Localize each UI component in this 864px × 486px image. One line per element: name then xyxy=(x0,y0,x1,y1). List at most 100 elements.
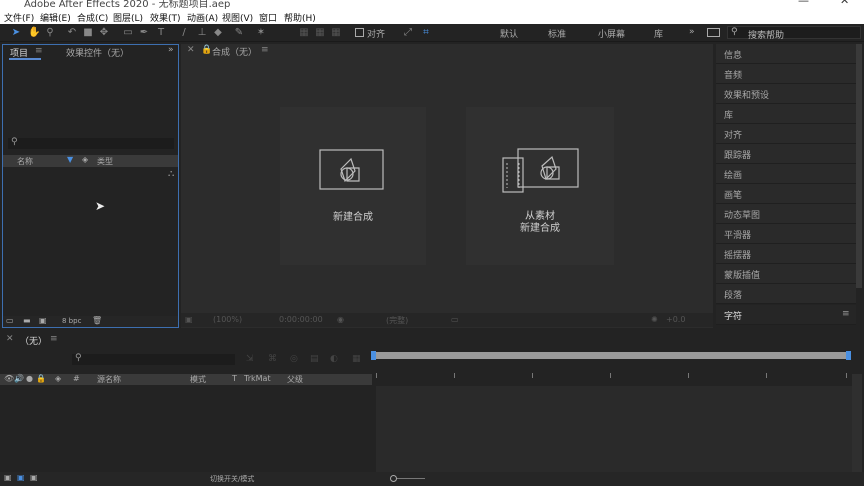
panel-motion-sketch[interactable]: 动态草图 xyxy=(716,204,856,224)
draft-3d-icon[interactable]: ⌘ xyxy=(268,354,277,364)
zoom-tool-icon[interactable]: ⚲ xyxy=(44,27,56,39)
tab-composition[interactable]: 合成（无） xyxy=(212,45,257,58)
pen-tool-icon[interactable]: ✒ xyxy=(138,27,150,39)
panel-paragraph[interactable]: 段落 xyxy=(716,284,856,304)
exposure-value[interactable]: +0.0 xyxy=(666,315,685,324)
snap-checkbox[interactable] xyxy=(355,28,364,37)
menu-view[interactable]: 视图(V) xyxy=(222,11,253,24)
workspace-libraries[interactable]: 库 xyxy=(654,27,663,40)
snap-options-icon[interactable]: ⤢ xyxy=(402,27,414,39)
right-panel-scrollbar[interactable] xyxy=(856,44,862,288)
panel-paint[interactable]: 绘画 xyxy=(716,164,856,184)
column-trkmat[interactable]: TrkMat xyxy=(244,374,271,383)
new-folder-icon[interactable]: ▬ xyxy=(23,316,31,325)
minimize-button[interactable]: — xyxy=(798,0,809,7)
mask-tool-icon[interactable]: ▭ xyxy=(122,27,134,39)
region-of-interest-icon[interactable]: ▭ xyxy=(451,315,459,324)
zoom-slider-track[interactable] xyxy=(395,478,425,479)
menu-layer[interactable]: 图层(L) xyxy=(113,11,143,24)
panel-smoother[interactable]: 平滑器 xyxy=(716,224,856,244)
panel-mask-interpolation[interactable]: 蒙版插值 xyxy=(716,264,856,284)
roto-brush-tool-icon[interactable]: ✎ xyxy=(233,27,245,39)
menu-help[interactable]: 帮助(H) xyxy=(284,11,316,24)
tab-timeline[interactable]: （无） xyxy=(20,334,47,347)
brush-tool-icon[interactable]: / xyxy=(178,27,190,39)
sort-chevron-icon[interactable]: ▼ xyxy=(67,155,73,164)
solo-toggle-icon[interactable]: ● xyxy=(26,374,33,383)
resolution-select[interactable]: (完整) xyxy=(386,315,408,326)
column-preserve-transparency[interactable]: T xyxy=(232,374,237,383)
toggle-transfer-icon[interactable]: ▣ xyxy=(17,473,25,482)
snapshot-icon[interactable]: ◉ xyxy=(337,315,344,324)
current-time[interactable]: 0:00:00:00 xyxy=(279,315,323,324)
workspace-editor-icon[interactable] xyxy=(707,28,720,37)
close-icon[interactable]: ✕ xyxy=(6,334,14,344)
timeline-track-area[interactable] xyxy=(376,386,852,472)
workspaces-more-button[interactable]: » xyxy=(689,27,695,37)
world-axis-icon[interactable]: ▦ xyxy=(314,27,326,39)
new-composition-card[interactable]: 新建合成 xyxy=(280,107,426,265)
timeline-menu-icon[interactable]: ≡ xyxy=(50,334,58,344)
panel-brushes[interactable]: 画笔 xyxy=(716,184,856,204)
column-source-name[interactable]: 源名称 xyxy=(97,374,121,385)
interpret-footage-icon[interactable]: ▭ xyxy=(6,316,14,325)
toggle-switches-modes-button[interactable]: 切换开关/模式 xyxy=(210,474,254,484)
panel-character[interactable]: 字符 ≡ xyxy=(716,305,856,325)
view-axis-icon[interactable]: ▦ xyxy=(330,27,342,39)
type-tool-icon[interactable]: T xyxy=(155,27,167,39)
tab-effect-controls[interactable]: 效果控件（无） xyxy=(66,46,129,59)
camera-tool-icon[interactable]: ■ xyxy=(82,27,94,39)
panel-audio[interactable]: 音频 xyxy=(716,64,856,84)
local-axis-icon[interactable]: ▦ xyxy=(298,27,310,39)
bit-depth-label[interactable]: 8 bpc xyxy=(62,317,81,325)
work-area-bar[interactable] xyxy=(371,351,851,360)
graph-editor-icon[interactable]: ▦ xyxy=(352,354,361,364)
time-ruler[interactable] xyxy=(376,364,852,380)
flowchart-icon[interactable]: ⛬ xyxy=(168,169,174,179)
panel-align[interactable]: 对齐 xyxy=(716,124,856,144)
project-menu-icon[interactable]: ≡ xyxy=(35,46,43,56)
column-type[interactable]: 类型 xyxy=(97,156,113,167)
toggle-switches-icon[interactable]: ▣ xyxy=(4,473,12,482)
timeline-search-input[interactable]: ⚲ xyxy=(72,353,235,365)
workspace-standard[interactable]: 标准 xyxy=(548,27,566,40)
frame-blending-icon[interactable]: ▤ xyxy=(310,354,319,364)
trash-icon[interactable]: 🗑 xyxy=(92,316,102,325)
panel-info[interactable]: 信息 xyxy=(716,44,856,64)
column-mode[interactable]: 模式 xyxy=(190,374,206,385)
toggle-time-stretch-icon[interactable]: ▣ xyxy=(30,473,38,482)
menu-file[interactable]: 文件(F) xyxy=(4,11,34,24)
motion-blur-icon[interactable]: ◐ xyxy=(330,354,338,364)
puppet-tool-icon[interactable]: ✶ xyxy=(255,27,267,39)
new-comp-icon[interactable]: ▣ xyxy=(39,316,47,325)
shy-layers-icon[interactable]: ◎ xyxy=(290,354,298,364)
lock-toggle-icon[interactable]: 🔒 xyxy=(36,374,46,383)
work-area-end-handle[interactable] xyxy=(846,351,851,360)
pan-behind-tool-icon[interactable]: ✥ xyxy=(98,27,110,39)
menu-edit[interactable]: 编辑(E) xyxy=(40,11,71,24)
project-search-input[interactable]: ⚲ xyxy=(8,137,174,149)
menu-effect[interactable]: 效果(T) xyxy=(150,11,181,24)
work-area-start-handle[interactable] xyxy=(371,351,376,360)
workspace-small-screen[interactable]: 小屏幕 xyxy=(598,27,625,40)
eraser-tool-icon[interactable]: ◆ xyxy=(212,27,224,39)
workspace-default[interactable]: 默认 xyxy=(500,27,518,40)
label-tag-icon[interactable]: ◈ xyxy=(82,155,88,164)
panel-effects-presets[interactable]: 效果和预设 xyxy=(716,84,856,104)
column-number[interactable]: # xyxy=(73,374,80,383)
audio-toggle-icon[interactable]: 🔊 xyxy=(14,374,24,383)
clone-stamp-tool-icon[interactable]: ⊥ xyxy=(196,27,208,39)
panel-character-menu-icon[interactable]: ≡ xyxy=(842,309,850,319)
always-preview-icon[interactable]: ▣ xyxy=(185,315,193,324)
column-parent[interactable]: 父级 xyxy=(287,374,303,385)
column-name[interactable]: 名称 xyxy=(17,156,33,167)
panel-tracker[interactable]: 跟踪器 xyxy=(716,144,856,164)
comp-flowchart-icon[interactable]: ⇲ xyxy=(246,354,254,364)
zoom-slider-handle[interactable] xyxy=(390,475,397,482)
menu-window[interactable]: 窗口 xyxy=(259,11,277,24)
close-icon[interactable]: ✕ xyxy=(187,45,195,55)
label-tag-icon[interactable]: ◈ xyxy=(55,374,61,383)
close-button[interactable]: ✕ xyxy=(840,0,849,7)
menu-composition[interactable]: 合成(C) xyxy=(77,11,108,24)
search-help-field[interactable]: ⚲ 搜索帮助 xyxy=(727,26,861,41)
